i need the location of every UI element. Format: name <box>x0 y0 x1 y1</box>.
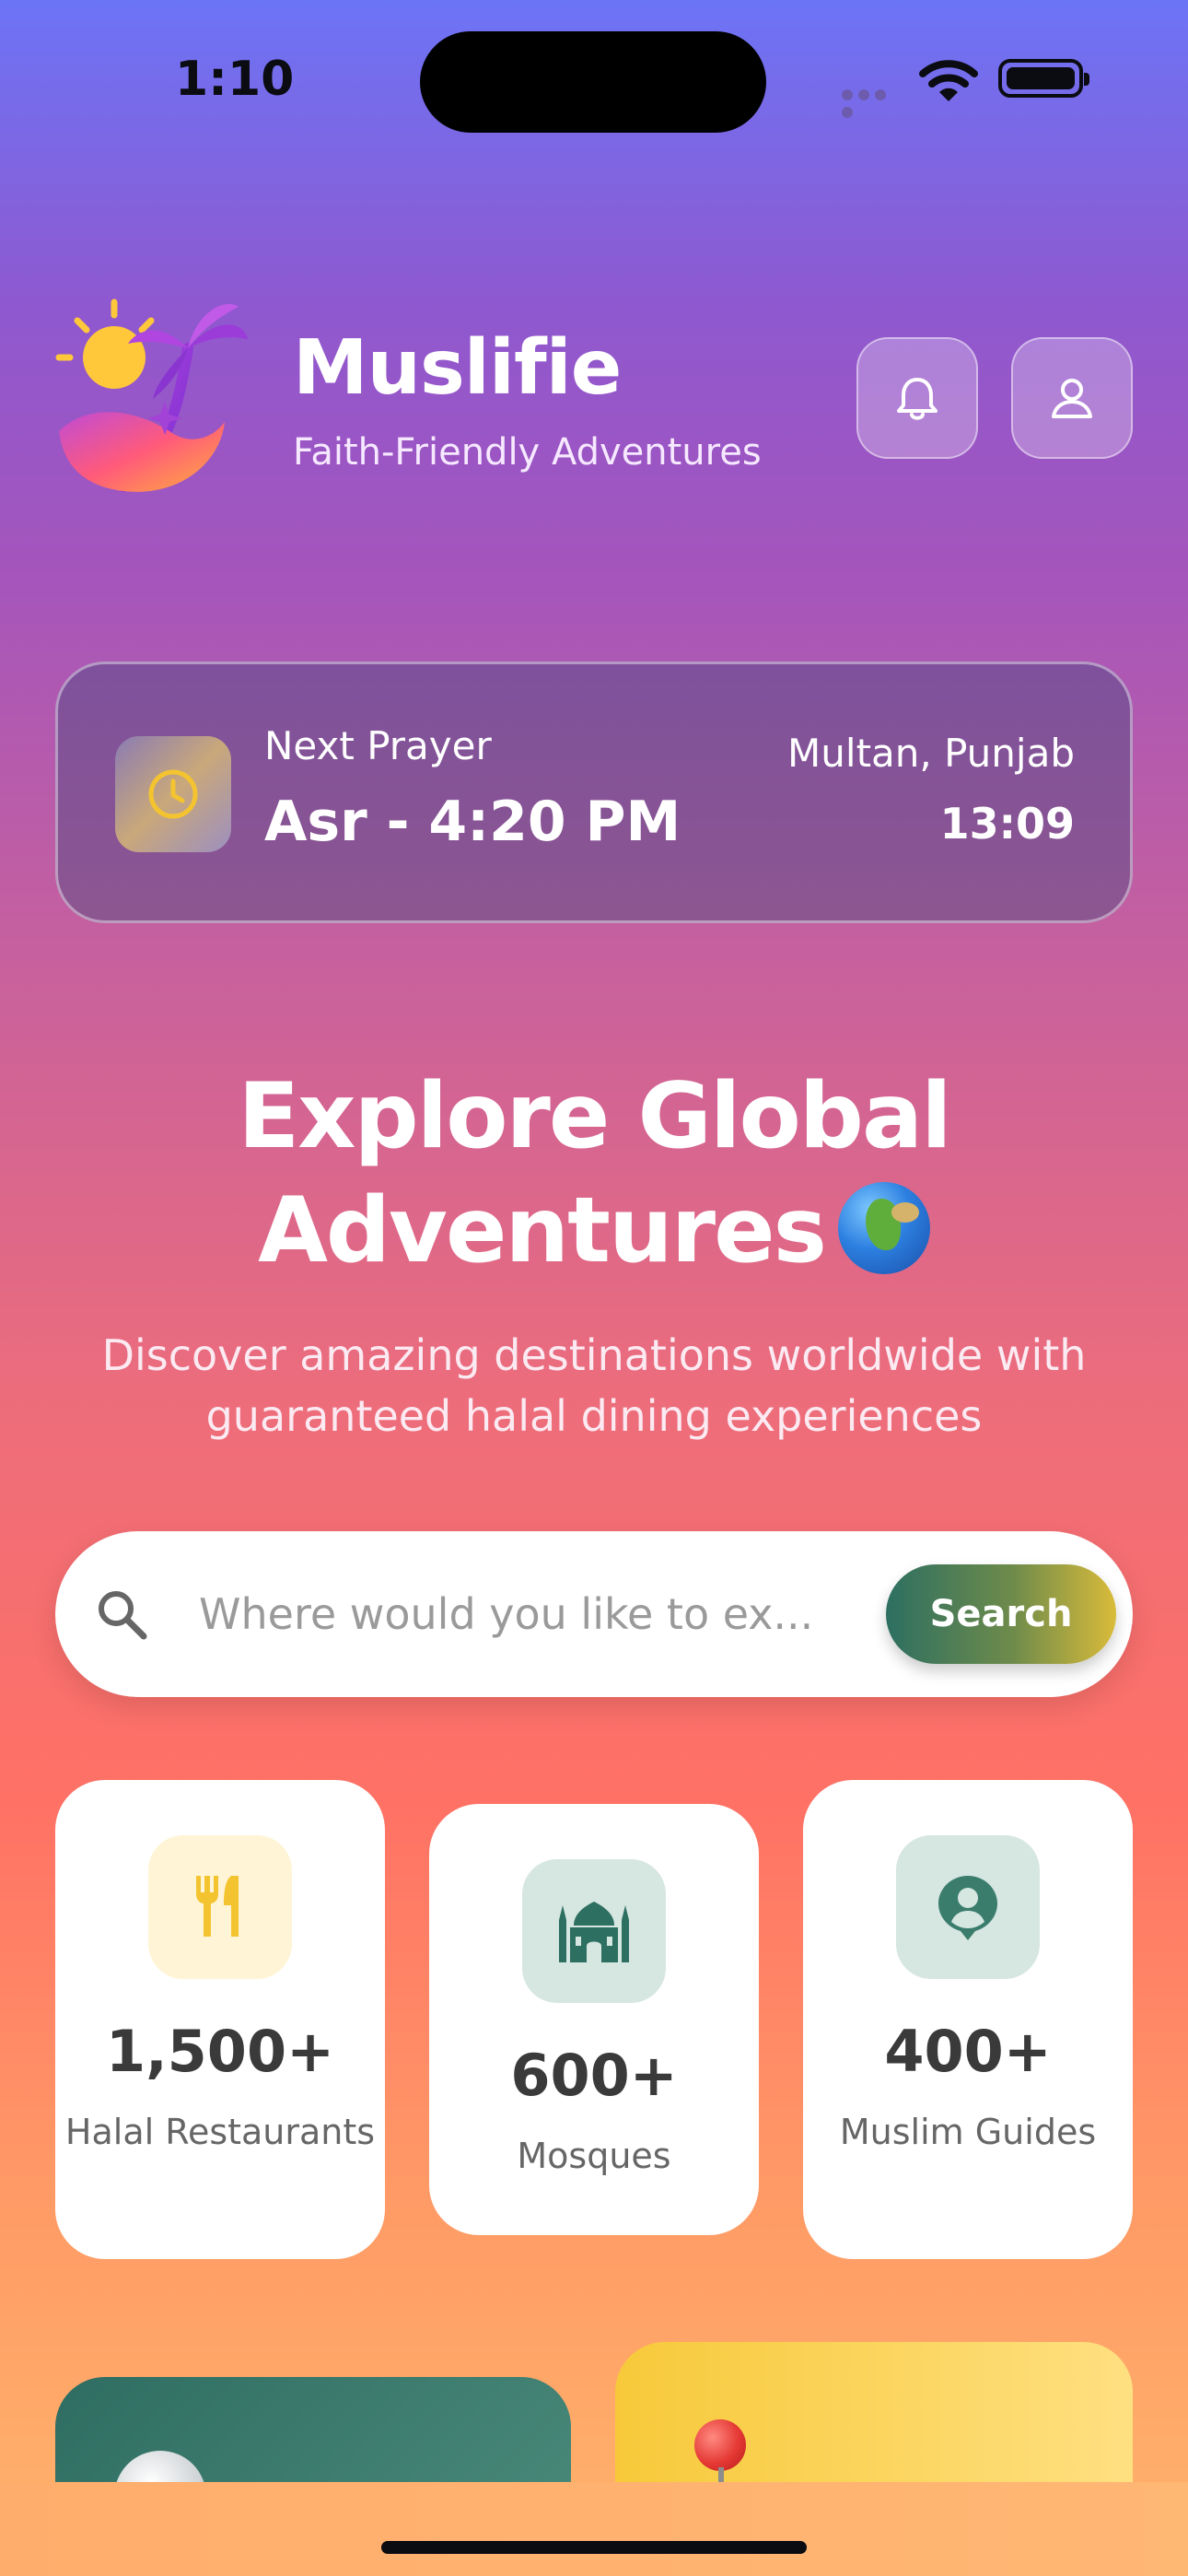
clock-icon-box <box>115 736 231 852</box>
user-icon <box>1052 379 1092 418</box>
search-input[interactable] <box>199 1585 917 1644</box>
stat-label: Halal Restaurants <box>64 2112 376 2152</box>
mosque-icon <box>559 1902 629 1962</box>
stat-card-halal-restaurants[interactable]: 1,500+ Halal Restaurants <box>55 1780 385 2259</box>
stat-value: 600+ <box>510 2042 678 2109</box>
search-icon <box>99 1591 147 1640</box>
stat-label: Muslim Guides <box>839 2112 1097 2152</box>
current-time: 13:09 <box>939 799 1075 849</box>
prayer-label: Next Prayer <box>264 723 492 768</box>
bell-icon <box>897 378 938 420</box>
app-logo <box>55 299 248 492</box>
status-time: 1:10 <box>175 52 295 107</box>
search-bar: Search <box>55 1531 1133 1697</box>
hero-title: Explore Global Adventures <box>0 1060 1188 1288</box>
app-tagline: Faith-Friendly Adventures <box>293 431 762 474</box>
battery-icon <box>998 59 1089 98</box>
hero-title-line2: Adventures <box>258 1178 827 1283</box>
prayer-location: Multan, Punjab <box>787 731 1075 776</box>
notifications-button[interactable] <box>856 337 978 459</box>
cellular-signal-icon <box>842 87 906 118</box>
stat-card-muslim-guides[interactable]: 400+ Muslim Guides <box>803 1780 1133 2259</box>
fork-knife-icon-box <box>148 1835 292 1979</box>
prayer-name-time: Asr - 4:20 PM <box>264 790 681 854</box>
home-indicator[interactable] <box>381 2541 807 2554</box>
globe-icon <box>837 1182 930 1274</box>
stat-card-mosques[interactable]: 600+ Mosques <box>429 1804 759 2235</box>
wifi-icon <box>919 60 978 101</box>
search-button[interactable]: Search <box>886 1564 1116 1664</box>
map-pin-icon <box>694 2419 746 2471</box>
app-title: Muslifie <box>293 324 622 412</box>
guide-icon <box>938 1876 997 1940</box>
guide-icon-box <box>896 1835 1040 1979</box>
dynamic-island <box>420 31 766 133</box>
stat-value: 1,500+ <box>105 2018 335 2085</box>
hero-description: Discover amazing destinations worldwide … <box>101 1330 1087 1441</box>
next-prayer-card[interactable]: Next Prayer Asr - 4:20 PM Multan, Punjab… <box>55 662 1133 923</box>
stat-label: Mosques <box>517 2136 671 2176</box>
fork-knife-icon <box>196 1876 239 1937</box>
bottom-safe-area <box>0 2482 1188 2576</box>
mosque-icon-box <box>522 1859 666 2003</box>
hero-title-line1: Explore Global <box>238 1064 951 1169</box>
stat-value: 400+ <box>884 2018 1052 2085</box>
clock-icon <box>148 769 198 819</box>
profile-button[interactable] <box>1011 337 1133 459</box>
